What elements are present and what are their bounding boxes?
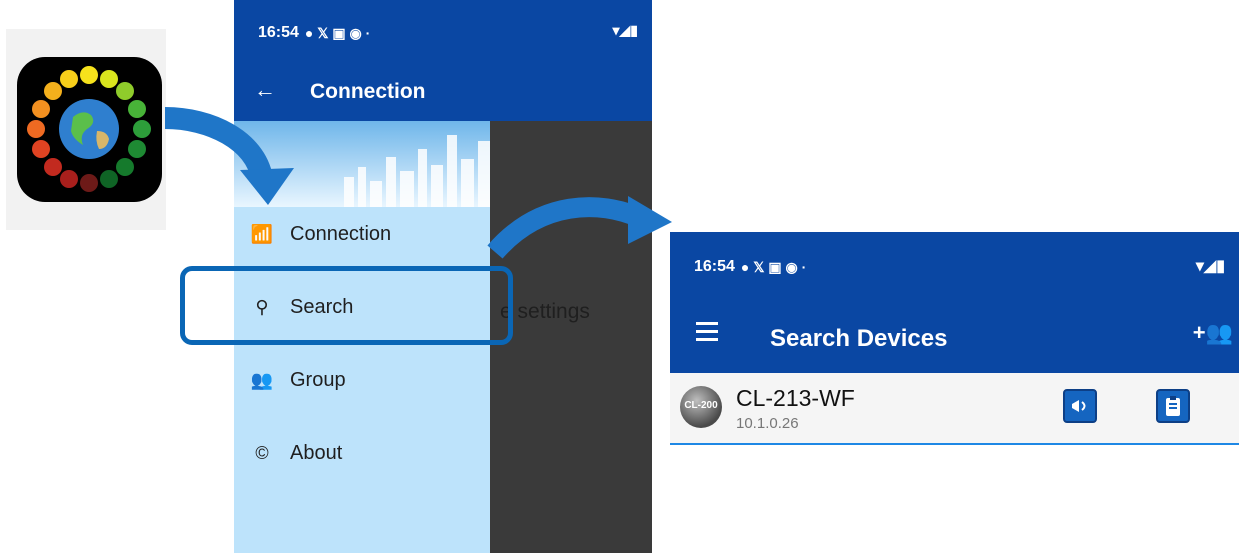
arrow-head-icon — [240, 168, 294, 205]
flow-arrows — [164, 107, 672, 259]
arrow-head-icon — [628, 196, 672, 244]
